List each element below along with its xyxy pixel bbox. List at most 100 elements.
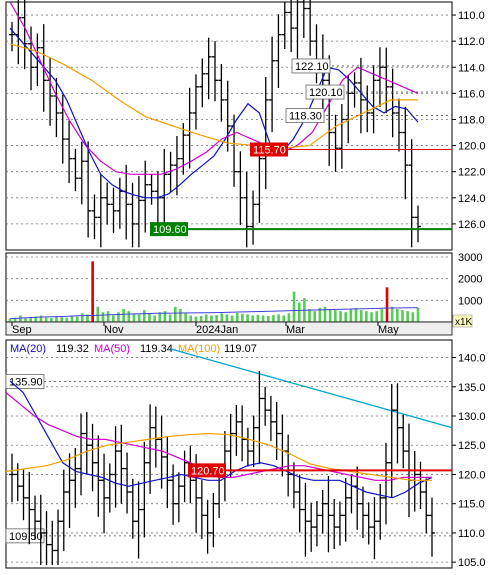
volume-bar bbox=[173, 306, 177, 322]
volume-bar bbox=[297, 302, 301, 322]
volume-y-tick-label: 2000 bbox=[458, 274, 482, 286]
volume-bar bbox=[117, 312, 120, 322]
volume-bar bbox=[132, 313, 136, 322]
weekly-y-tick-label: 105.0 bbox=[458, 557, 486, 569]
volume-bar bbox=[60, 317, 63, 322]
volume-bar bbox=[241, 313, 244, 322]
price-y-tick-label: 120.0 bbox=[458, 141, 486, 153]
volume-bar bbox=[184, 313, 187, 322]
support-label: 109.60 bbox=[153, 224, 187, 236]
volume-bar bbox=[142, 310, 146, 322]
stock-chart-window: 126.0 124.0 122.0 120.0 118.0 116.0 114.0 112.0… bbox=[0, 0, 500, 570]
volume-bar bbox=[328, 309, 332, 322]
legend-value-0: 119.32 bbox=[56, 343, 89, 355]
price-y-tick-label: 112.0 bbox=[458, 36, 485, 48]
volume-bar bbox=[39, 315, 43, 322]
date-axis-label: Mar bbox=[286, 324, 305, 336]
weekly-resistance-label: 120.70 bbox=[191, 465, 225, 477]
weekly-y-tick-label: 135.0 bbox=[458, 382, 486, 394]
volume-bar bbox=[380, 309, 384, 322]
volume-bar bbox=[266, 315, 270, 322]
weekly-y-tick-label: 115.0 bbox=[458, 499, 485, 511]
volume-bar bbox=[220, 313, 224, 322]
volume-bar bbox=[235, 312, 239, 322]
volume-bar bbox=[416, 307, 420, 322]
volume-bar bbox=[111, 315, 115, 322]
legend-label-0: MA(20) bbox=[10, 343, 46, 355]
volume-bar bbox=[349, 309, 353, 322]
weekly-y-tick-label: 120.0 bbox=[458, 469, 486, 481]
volume-bar bbox=[81, 313, 84, 322]
date-axis-label: 2024Jan bbox=[196, 324, 238, 336]
price-y-tick-label: 118.0 bbox=[458, 114, 485, 126]
date-axis-label: Nov bbox=[104, 324, 124, 336]
volume-bar bbox=[44, 317, 48, 322]
volume-bar bbox=[339, 311, 342, 322]
volume-bar bbox=[261, 315, 265, 322]
volume-bar bbox=[230, 315, 234, 322]
volume-bar bbox=[277, 314, 280, 322]
volume-bar bbox=[334, 310, 337, 322]
volume-bar bbox=[50, 318, 53, 322]
volume-bar bbox=[19, 315, 22, 322]
volume-bar bbox=[375, 311, 378, 322]
price-y-tick-label: 126.0 bbox=[458, 219, 486, 231]
volume-bar bbox=[179, 309, 182, 322]
volume-bar bbox=[313, 311, 317, 322]
volume-bar bbox=[396, 309, 399, 322]
price-y-tick-label: 114.0 bbox=[458, 62, 485, 74]
volume-bar bbox=[354, 307, 358, 322]
volume-bar bbox=[406, 311, 409, 322]
volume-bar bbox=[65, 317, 69, 322]
volume-bar bbox=[282, 315, 286, 322]
volume-bar bbox=[246, 314, 249, 322]
chart-canvas: 126.0 124.0 122.0 120.0 118.0 116.0 114.0 112.0… bbox=[0, 0, 500, 570]
weekly-y-tick-label: 110.0 bbox=[458, 528, 485, 540]
volume-bar bbox=[137, 314, 141, 322]
volume-bar bbox=[292, 291, 296, 322]
volume-bar bbox=[272, 315, 275, 322]
volume-bar bbox=[308, 309, 311, 322]
weekly-y-tick-label: 125.0 bbox=[458, 440, 486, 452]
volume-bar bbox=[24, 318, 27, 322]
volume-bar bbox=[91, 261, 94, 322]
price-y-tick-label: 110.0 bbox=[458, 10, 485, 22]
volume-bar bbox=[411, 312, 415, 322]
weekly-y-tick-label: 130.0 bbox=[458, 411, 486, 423]
legend-label-1: MA(50) bbox=[94, 343, 130, 355]
volume-bar bbox=[401, 310, 404, 322]
volume-bar bbox=[215, 315, 218, 322]
volume-bar bbox=[148, 313, 151, 322]
volume-bar bbox=[344, 312, 347, 322]
volume-bar bbox=[101, 312, 105, 322]
volume-bar bbox=[75, 316, 79, 322]
volume-bar bbox=[370, 312, 373, 322]
legend-value-1: 119.34 bbox=[140, 343, 173, 355]
volume-bar bbox=[323, 306, 327, 322]
price-y-tick-label: 122.0 bbox=[458, 167, 486, 179]
volume-bar bbox=[204, 314, 208, 322]
volume-bar bbox=[365, 311, 368, 322]
price-y-tick-label: 116.0 bbox=[458, 88, 485, 100]
price-y-tick-label: 124.0 bbox=[458, 193, 486, 205]
volume-bar bbox=[127, 311, 131, 322]
volume-bar bbox=[168, 314, 172, 322]
volume-bar bbox=[225, 314, 229, 322]
volume-bar bbox=[122, 309, 125, 322]
volume-bar bbox=[194, 316, 198, 322]
weekly-level-label: 135.90 bbox=[9, 377, 43, 389]
volume-bar bbox=[55, 316, 58, 322]
volume-bar bbox=[359, 310, 363, 322]
date-axis-label: Sep bbox=[12, 324, 32, 336]
volume-bar bbox=[287, 313, 291, 322]
volume-bar bbox=[96, 306, 100, 322]
volume-bar bbox=[256, 314, 260, 322]
volume-bar bbox=[199, 315, 203, 322]
volume-bar bbox=[153, 315, 156, 322]
volume-unit-label: x1K bbox=[455, 317, 473, 328]
volume-bar bbox=[390, 306, 394, 322]
volume-bar bbox=[385, 287, 389, 322]
level-label: 122.10 bbox=[295, 61, 329, 73]
level-label: 118.30 bbox=[289, 111, 322, 123]
weekly-level-label: 109.50 bbox=[9, 531, 43, 543]
